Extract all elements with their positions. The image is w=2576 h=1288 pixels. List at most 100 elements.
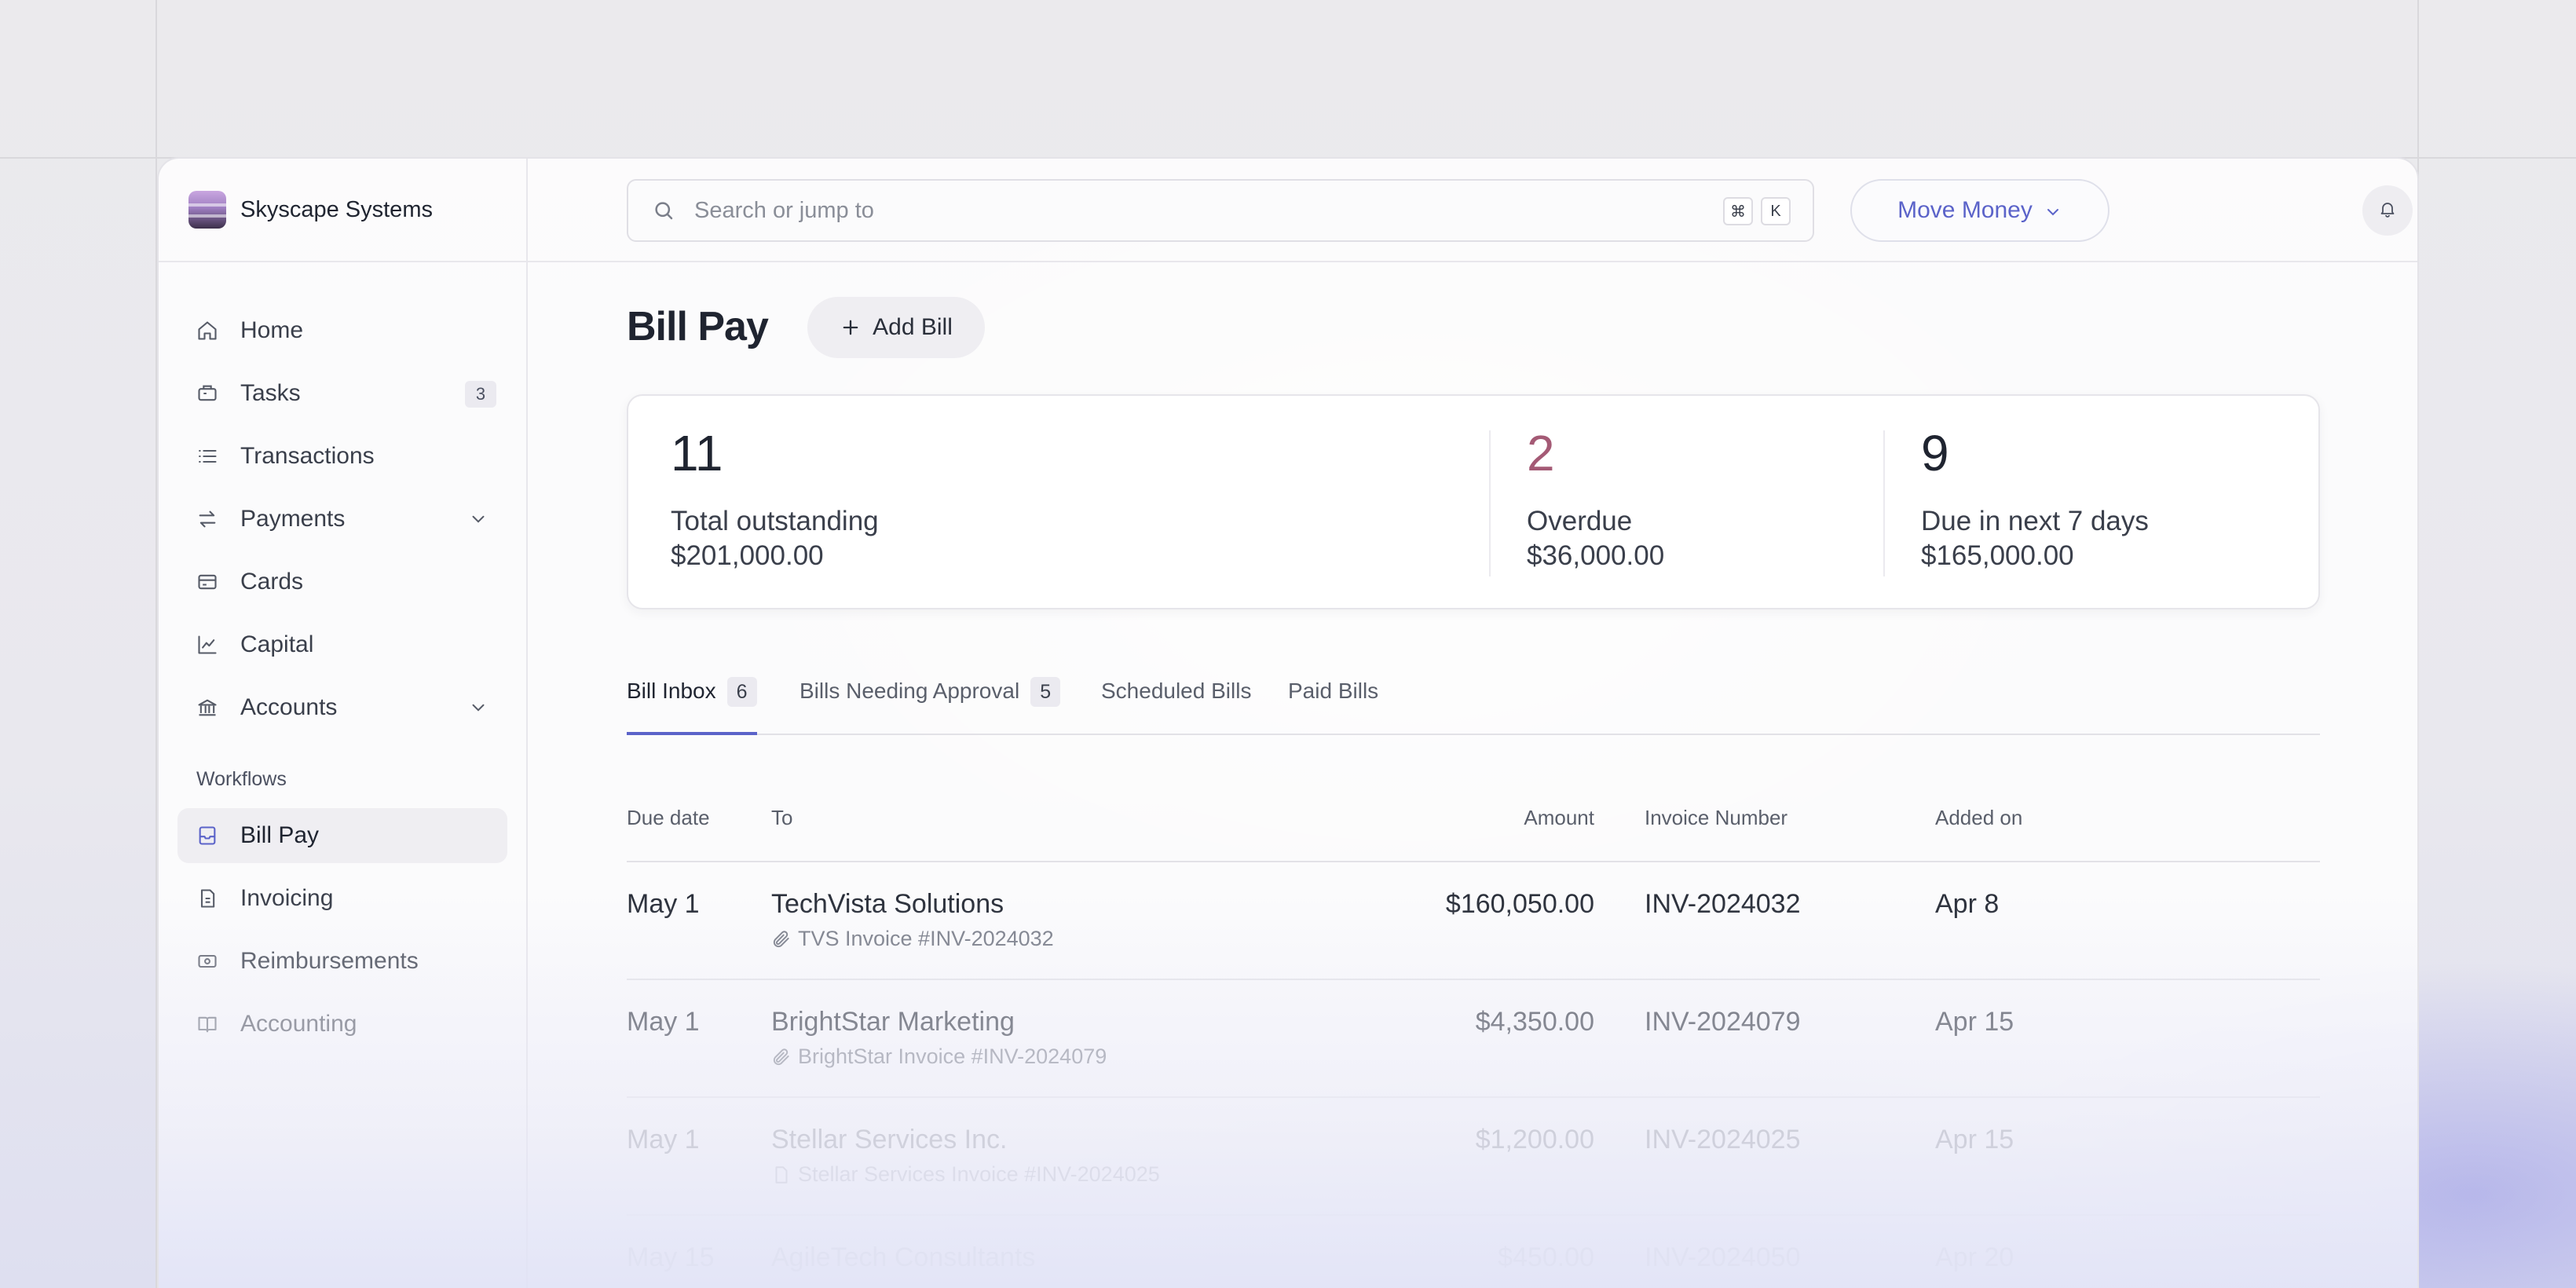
brand-logo-icon: [188, 191, 226, 229]
tab-paid-bills[interactable]: Paid Bills: [1288, 679, 1378, 735]
added-on: Apr 20: [1935, 1242, 2014, 1272]
tab-count-badge: 5: [1030, 677, 1061, 707]
notifications-button[interactable]: [2362, 185, 2413, 236]
sidebar-item-tasks[interactable]: Tasks 3: [177, 366, 507, 421]
divider: [1489, 430, 1491, 576]
top-bar: ⌘ K Move Money JB: [528, 159, 2417, 262]
invoice-icon: [196, 887, 218, 909]
sidebar-item-label: Accounting: [240, 1011, 357, 1037]
column-header-invoice-number[interactable]: Invoice Number: [1645, 806, 1787, 830]
summary-card: 11 Total outstanding $201,000.00 2 Overd…: [627, 394, 2320, 609]
divider: [1883, 430, 1885, 576]
table-row[interactable]: May 1 TechVista Solutions TVS Invoice #I…: [627, 862, 2320, 980]
added-on: Apr 15: [1935, 1125, 2014, 1154]
sidebar-item-label: Capital: [240, 631, 314, 657]
stat-label: Due in next 7 days: [1921, 506, 2149, 536]
stat-amount: $165,000.00: [1921, 540, 2074, 571]
sidebar-item-label: Tasks: [240, 380, 301, 406]
move-money-label: Move Money: [1897, 197, 2033, 223]
added-on: Apr 8: [1935, 889, 2000, 919]
stat-amount: $201,000.00: [671, 540, 824, 571]
chevron-down-icon: [2044, 201, 2062, 220]
stat-label: Total outstanding: [671, 506, 879, 536]
amount: $1,200.00: [1475, 1125, 1594, 1154]
vendor-name: BrightStar Marketing: [771, 1007, 1015, 1037]
amount: $4,350.00: [1475, 1007, 1594, 1037]
sidebar-item-label: Cards: [240, 569, 304, 595]
bills-table: Due date To Amount Invoice Number Added …: [627, 781, 2320, 1288]
invoice-number: INV-2024032: [1645, 889, 1801, 919]
paperclip-icon: [771, 1047, 792, 1067]
tab-label: Bill Inbox: [627, 679, 716, 703]
attachment-link[interactable]: TVS Invoice #INV-2024032: [771, 927, 1054, 951]
attachment-link[interactable]: Stellar Services Invoice #INV-2024025: [771, 1162, 1160, 1187]
card-icon: [196, 571, 218, 593]
page-title: Bill Pay: [627, 304, 769, 349]
attachment-label: TVS Invoice #INV-2024032: [798, 927, 1054, 950]
attachment-label: BrightStar Invoice #INV-2024079: [798, 1045, 1107, 1068]
sidebar-item-payments[interactable]: Payments: [177, 492, 507, 547]
search-input[interactable]: [694, 197, 1637, 224]
cash-icon: [196, 950, 218, 972]
bank-icon: [196, 697, 218, 719]
due-date: May 1: [627, 1125, 700, 1154]
tasks-icon: [196, 382, 218, 404]
sidebar-item-label: Transactions: [240, 443, 375, 469]
move-money-button[interactable]: Move Money: [1850, 179, 2109, 242]
chevron-down-icon[interactable]: [468, 697, 488, 718]
invoice-number: INV-2024025: [1645, 1125, 1801, 1154]
paperclip-icon: [771, 929, 792, 950]
sidebar-item-label: Home: [240, 317, 304, 343]
main-nav: Home Tasks 3 Transactions Payments Cards…: [159, 262, 526, 1052]
due-date: May 1: [627, 1007, 700, 1037]
arrows-icon: [196, 508, 218, 530]
chart-line-icon: [196, 634, 218, 656]
column-header-added-on[interactable]: Added on: [1935, 806, 2022, 830]
app-window: Skyscape Systems Home Tasks 3 Transactio…: [157, 157, 2419, 1288]
chevron-down-icon[interactable]: [468, 509, 488, 529]
tab-scheduled-bills[interactable]: Scheduled Bills: [1101, 679, 1251, 735]
sidebar-item-bill-pay[interactable]: Bill Pay: [177, 808, 507, 863]
sidebar-item-reimbursements[interactable]: Reimbursements: [177, 934, 507, 989]
sidebar-item-label: Payments: [240, 506, 346, 532]
vendor-name: Stellar Services Inc.: [771, 1125, 1008, 1154]
vendor-name: TechVista Solutions: [771, 889, 1004, 919]
sidebar-item-accounting[interactable]: Accounting: [177, 997, 507, 1052]
sidebar-item-label: Accounts: [240, 694, 338, 720]
sidebar-item-transactions[interactable]: Transactions: [177, 429, 507, 484]
search-icon: [652, 199, 675, 222]
tab-bill-inbox[interactable]: Bill Inbox 6: [627, 677, 757, 735]
sidebar-item-invoicing[interactable]: Invoicing: [177, 871, 507, 926]
invoice-number: INV-2024079: [1645, 1007, 1801, 1037]
shortcut-k-key: K: [1761, 197, 1791, 225]
due-date: May 15: [627, 1242, 715, 1272]
add-bill-button[interactable]: Add Bill: [807, 297, 985, 358]
sidebar: Skyscape Systems Home Tasks 3 Transactio…: [159, 159, 528, 1288]
brand[interactable]: Skyscape Systems: [159, 159, 526, 262]
sidebar-item-home[interactable]: Home: [177, 303, 507, 358]
book-icon: [196, 1013, 218, 1035]
shortcut-cmd-key: ⌘: [1723, 197, 1753, 225]
column-header-amount[interactable]: Amount: [1412, 806, 1594, 830]
sidebar-item-capital[interactable]: Capital: [177, 617, 507, 672]
attachment-link[interactable]: BrightStar Invoice #INV-2024079: [771, 1045, 1107, 1069]
column-header-to[interactable]: To: [771, 806, 792, 830]
sidebar-item-accounts[interactable]: Accounts: [177, 680, 507, 735]
list-icon: [196, 445, 218, 467]
sidebar-item-label: Invoicing: [240, 885, 334, 911]
table-row[interactable]: May 15 AgileTech Consultants $450.00 INV…: [627, 1216, 2320, 1288]
search-box[interactable]: ⌘ K: [627, 179, 1814, 242]
add-bill-label: Add Bill: [873, 314, 953, 340]
tab-bills-needing-approval[interactable]: Bills Needing Approval 5: [800, 677, 1061, 735]
sidebar-item-cards[interactable]: Cards: [177, 554, 507, 609]
stat-label: Overdue: [1527, 506, 1633, 536]
added-on: Apr 15: [1935, 1007, 2014, 1037]
column-header-due-date[interactable]: Due date: [627, 806, 710, 830]
stat-count: 11: [671, 425, 723, 481]
home-icon: [196, 320, 218, 342]
table-row[interactable]: May 1 BrightStar Marketing BrightStar In…: [627, 980, 2320, 1098]
amount: $160,050.00: [1445, 889, 1594, 919]
sidebar-item-label: Bill Pay: [240, 822, 320, 848]
document-icon: [771, 1165, 792, 1185]
table-row[interactable]: May 1 Stellar Services Inc. Stellar Serv…: [627, 1098, 2320, 1216]
